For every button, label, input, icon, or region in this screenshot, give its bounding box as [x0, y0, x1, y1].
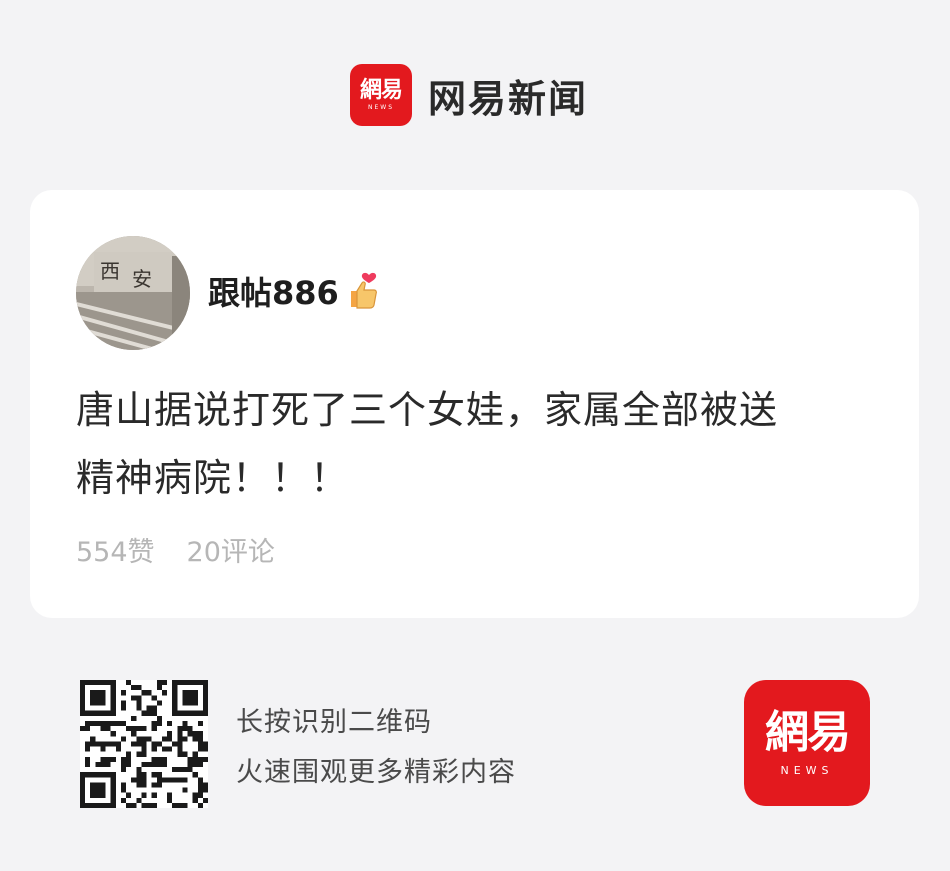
svg-text:安: 安 — [132, 267, 152, 291]
user-info: 跟帖886 — [208, 268, 383, 314]
netease-news-app-icon: 網易 NEWS — [744, 680, 870, 806]
qr-code[interactable] — [80, 680, 208, 808]
comment-card: 西 安 跟帖886 唐山据说打死了三个女娃，家属全部被送 精神病院！！！ 554… — [30, 190, 919, 618]
app-name: 网易新闻 — [428, 76, 589, 121]
logo-text: 網易 — [359, 77, 403, 103]
thumbs-up-heart-icon — [347, 271, 383, 311]
avatar[interactable]: 西 安 — [76, 236, 190, 350]
svg-text:西: 西 — [100, 259, 120, 283]
footer-logo-text: 網易 — [765, 706, 851, 758]
comment-count: 20评论 — [186, 537, 275, 568]
footer-line-2: 火速围观更多精彩内容 — [236, 757, 516, 788]
username[interactable]: 跟帖886 — [208, 268, 339, 314]
logo-subtext: NEWS — [367, 103, 395, 111]
netease-news-logo: 網易 NEWS — [350, 64, 412, 126]
like-count: 554赞 — [76, 537, 155, 568]
content-line: 精神病院！！！ — [76, 456, 350, 500]
brand-header: 網易 NEWS 网易新闻 — [350, 63, 588, 127]
footer-caption: 长按识别二维码 火速围观更多精彩内容 — [236, 698, 516, 798]
footer-logo-subtext: NEWS — [780, 763, 834, 777]
content-line: 唐山据说打死了三个女娃，家属全部被送 — [76, 388, 779, 432]
comment-content: 唐山据说打死了三个女娃，家属全部被送 精神病院！！！ — [76, 376, 876, 512]
avatar-image: 西 安 — [76, 236, 190, 350]
post-stats: 554赞 20评论 — [76, 530, 275, 569]
footer-line-1: 长按识别二维码 — [236, 707, 432, 738]
